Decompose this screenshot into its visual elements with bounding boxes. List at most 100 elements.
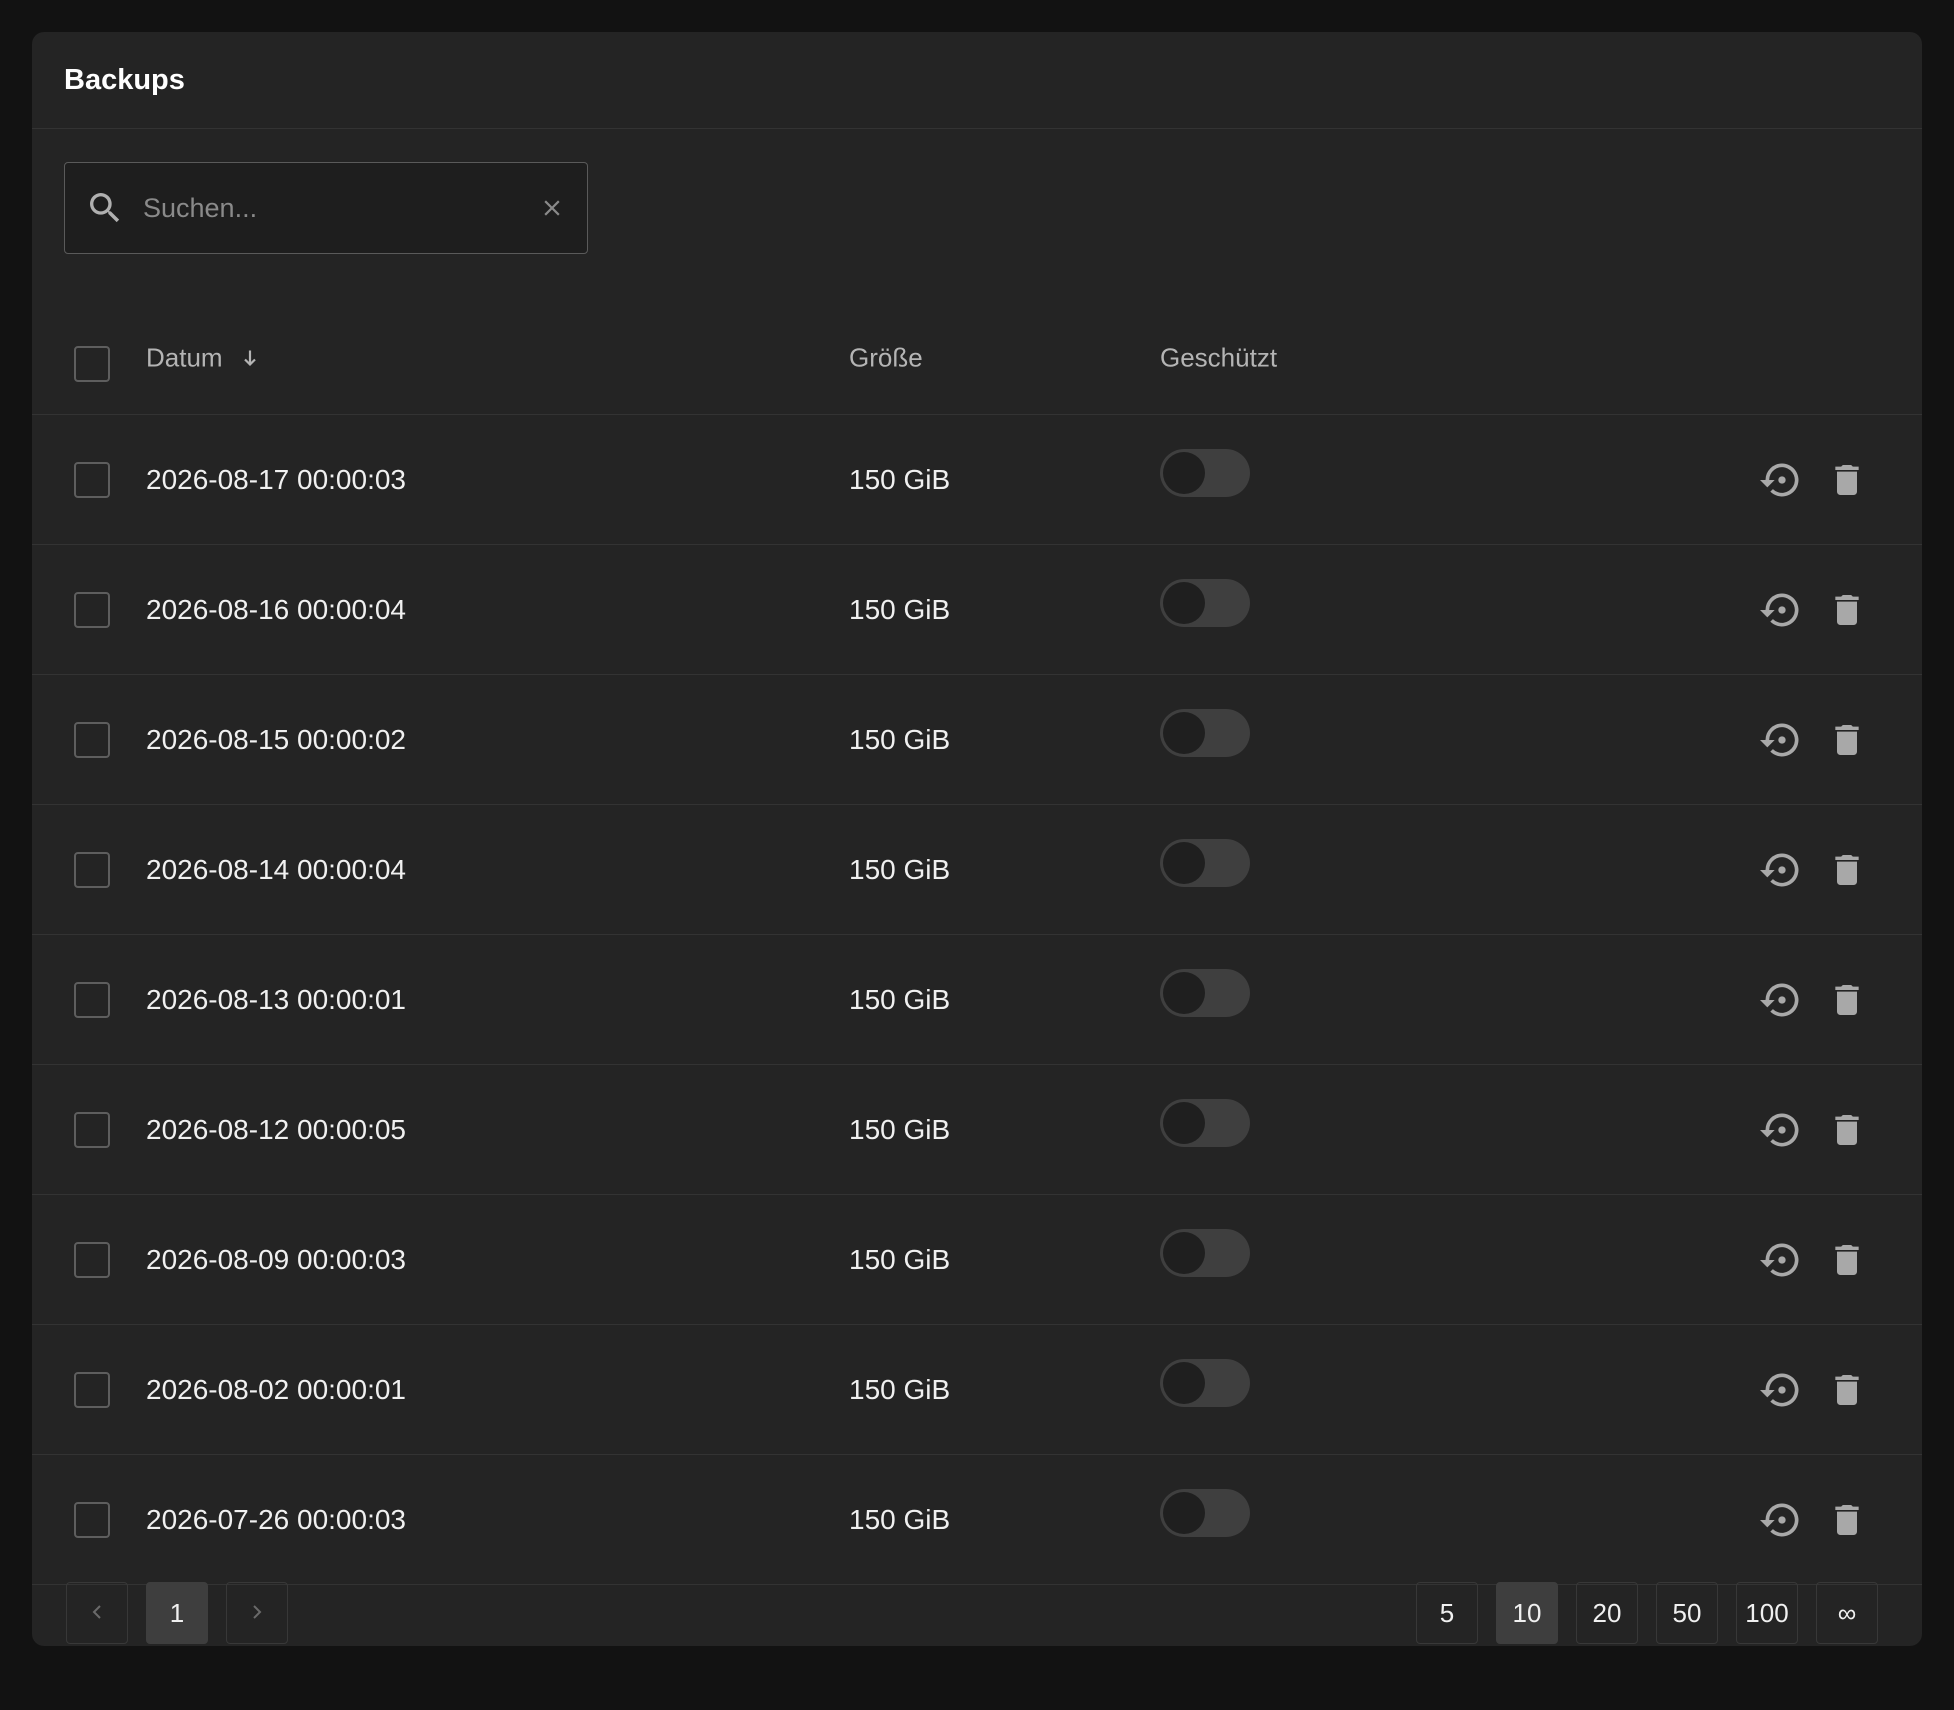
previous-page-button[interactable] [66, 1582, 128, 1644]
delete-button[interactable] [1823, 976, 1871, 1024]
backup-size: 150 GiB [849, 853, 951, 885]
chevron-right-icon [250, 1598, 264, 1629]
row-select-checkbox[interactable] [74, 1372, 110, 1408]
column-header-size[interactable]: Größe [849, 343, 923, 374]
delete-button[interactable] [1823, 1496, 1871, 1544]
search-icon [83, 186, 127, 230]
protected-toggle[interactable] [1160, 1359, 1250, 1407]
backup-date: 2026-08-14 00:00:04 [146, 853, 406, 885]
restore-button[interactable] [1758, 716, 1806, 764]
row-select-checkbox[interactable] [74, 1502, 110, 1538]
table-row: 2026-08-17 00:00:03 150 GiB [32, 415, 1922, 545]
restore-button[interactable] [1758, 846, 1806, 894]
next-page-button[interactable] [226, 1582, 288, 1644]
table-row: 2026-08-14 00:00:04 150 GiB [32, 805, 1922, 935]
toggle-knob [1163, 972, 1205, 1014]
search-input[interactable] [141, 177, 535, 239]
restore-button[interactable] [1758, 1236, 1806, 1284]
backup-size: 150 GiB [849, 593, 951, 625]
delete-button[interactable] [1823, 1106, 1871, 1154]
table-row: 2026-08-02 00:00:01 150 GiB [32, 1325, 1922, 1455]
column-header-date[interactable]: Datum [146, 343, 259, 374]
protected-toggle[interactable] [1160, 1489, 1250, 1537]
backup-date: 2026-08-02 00:00:01 [146, 1373, 406, 1405]
page-size-50-button[interactable]: 50 [1656, 1582, 1718, 1644]
card-title: Backups [64, 63, 185, 96]
toggle-knob [1163, 582, 1205, 624]
backup-date: 2026-08-15 00:00:02 [146, 723, 406, 755]
protected-toggle[interactable] [1160, 579, 1250, 627]
trash-icon [1827, 720, 1867, 760]
row-select-checkbox[interactable] [74, 1112, 110, 1148]
backup-date: 2026-07-26 00:00:03 [146, 1503, 406, 1535]
protected-toggle[interactable] [1160, 1229, 1250, 1277]
row-select-checkbox[interactable] [74, 982, 110, 1018]
restore-button[interactable] [1758, 1106, 1806, 1154]
toggle-knob [1163, 1232, 1205, 1274]
toggle-knob [1163, 452, 1205, 494]
table-row: 2026-07-26 00:00:03 150 GiB [32, 1455, 1922, 1585]
backup-date: 2026-08-13 00:00:01 [146, 983, 406, 1015]
row-select-checkbox[interactable] [74, 852, 110, 888]
delete-button[interactable] [1823, 846, 1871, 894]
backup-size: 150 GiB [849, 1503, 951, 1535]
toggle-knob [1163, 1492, 1205, 1534]
table-row: 2026-08-16 00:00:04 150 GiB [32, 545, 1922, 675]
backup-size: 150 GiB [849, 723, 951, 755]
row-select-checkbox[interactable] [74, 592, 110, 628]
restore-button[interactable] [1758, 456, 1806, 504]
page-size-10-button[interactable]: 10 [1496, 1582, 1558, 1644]
restore-icon [1760, 978, 1804, 1022]
delete-button[interactable] [1823, 586, 1871, 634]
card-header: Backups [32, 32, 1922, 129]
restore-icon [1760, 588, 1804, 632]
restore-button[interactable] [1758, 586, 1806, 634]
clear-search-icon[interactable] [535, 191, 569, 225]
backup-size: 150 GiB [849, 1113, 951, 1145]
restore-button[interactable] [1758, 1496, 1806, 1544]
delete-button[interactable] [1823, 1366, 1871, 1414]
backup-size: 150 GiB [849, 1243, 951, 1275]
trash-icon [1827, 460, 1867, 500]
backup-size: 150 GiB [849, 463, 951, 495]
delete-button[interactable] [1823, 456, 1871, 504]
protected-toggle[interactable] [1160, 449, 1250, 497]
table-header: Datum Größe Geschützt [32, 302, 1922, 415]
select-all-checkbox[interactable] [74, 346, 110, 382]
table-row: 2026-08-09 00:00:03 150 GiB [32, 1195, 1922, 1325]
chevron-left-icon [90, 1598, 104, 1629]
toggle-knob [1163, 1102, 1205, 1144]
restore-button[interactable] [1758, 1366, 1806, 1414]
backup-date: 2026-08-17 00:00:03 [146, 463, 406, 495]
page-size-5-button[interactable]: 5 [1416, 1582, 1478, 1644]
trash-icon [1827, 850, 1867, 890]
protected-toggle[interactable] [1160, 1099, 1250, 1147]
protected-toggle[interactable] [1160, 709, 1250, 757]
page-size-100-button[interactable]: 100 [1736, 1582, 1798, 1644]
restore-icon [1760, 1108, 1804, 1152]
trash-icon [1827, 1240, 1867, 1280]
page-size-20-button[interactable]: 20 [1576, 1582, 1638, 1644]
backup-size: 150 GiB [849, 1373, 951, 1405]
restore-icon [1760, 848, 1804, 892]
column-header-size-label: Größe [849, 342, 923, 373]
protected-toggle[interactable] [1160, 839, 1250, 887]
pagination: 1 5 10 20 50 100 ∞ [32, 1582, 1922, 1646]
restore-icon [1760, 1238, 1804, 1282]
delete-button[interactable] [1823, 1236, 1871, 1284]
trash-icon [1827, 1110, 1867, 1150]
row-select-checkbox[interactable] [74, 462, 110, 498]
column-header-protected[interactable]: Geschützt [1160, 343, 1277, 374]
restore-button[interactable] [1758, 976, 1806, 1024]
column-header-protected-label: Geschützt [1160, 342, 1278, 373]
protected-toggle[interactable] [1160, 969, 1250, 1017]
restore-icon [1760, 1368, 1804, 1412]
delete-button[interactable] [1823, 716, 1871, 764]
search-field[interactable] [64, 162, 588, 254]
row-select-checkbox[interactable] [74, 1242, 110, 1278]
page-1-button[interactable]: 1 [146, 1582, 208, 1644]
restore-icon [1760, 1498, 1804, 1542]
row-select-checkbox[interactable] [74, 722, 110, 758]
page-size-all-button[interactable]: ∞ [1816, 1582, 1878, 1644]
backup-date: 2026-08-09 00:00:03 [146, 1243, 406, 1275]
